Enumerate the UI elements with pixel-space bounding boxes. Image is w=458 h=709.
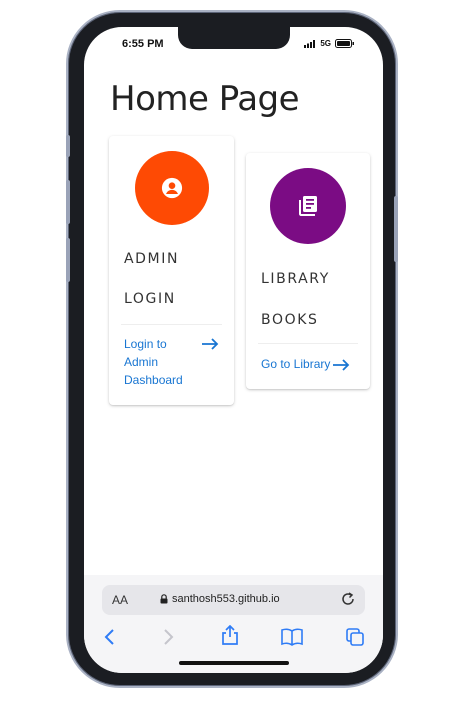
admin-avatar	[135, 151, 209, 225]
lock-icon	[160, 594, 168, 604]
url-text[interactable]: santhosh553.github.io	[172, 593, 280, 605]
power-button	[394, 196, 398, 262]
admin-dashboard-link[interactable]: Login to Admin Dashboard	[124, 335, 196, 389]
library-card-title: LIBRARY	[261, 271, 330, 287]
library-card-divider	[258, 343, 358, 344]
admin-card-title: ADMIN	[124, 251, 180, 267]
status-indicators: 5G	[304, 39, 355, 48]
admin-card-subtitle: LOGIN	[124, 291, 176, 307]
mute-switch	[66, 135, 70, 157]
admin-card-divider	[121, 324, 222, 325]
person-icon	[161, 177, 183, 199]
share-icon[interactable]	[221, 625, 239, 645]
phone-screen: 6:55 PM 5G Home Page ADMIN LOGIN Login t	[84, 27, 383, 673]
network-type: 5G	[320, 39, 331, 48]
admin-login-card: ADMIN LOGIN Login to Admin Dashboard	[109, 136, 234, 405]
library-books-icon	[299, 196, 317, 216]
text-size-button[interactable]: AA	[112, 593, 128, 607]
admin-arrow-icon[interactable]	[201, 338, 219, 350]
go-to-library-link[interactable]: Go to Library	[261, 355, 330, 373]
status-time: 6:55 PM	[122, 38, 164, 50]
battery-icon	[335, 39, 354, 48]
volume-up-button	[66, 180, 70, 224]
bookmarks-icon[interactable]	[281, 628, 303, 646]
safari-toolbar: AA santhosh553.github.io	[84, 575, 383, 673]
home-indicator	[179, 661, 289, 665]
signal-icon	[304, 39, 316, 48]
library-card-subtitle: BOOKS	[261, 312, 319, 328]
library-books-card: LIBRARY BOOKS Go to Library	[246, 153, 370, 389]
library-avatar	[270, 168, 346, 244]
page-title: Home Page	[110, 79, 300, 119]
library-arrow-icon[interactable]	[332, 359, 350, 371]
forward-icon[interactable]	[162, 628, 174, 646]
address-bar[interactable]: AA santhosh553.github.io	[102, 585, 365, 615]
volume-down-button	[66, 238, 70, 282]
notch	[178, 27, 290, 49]
back-icon[interactable]	[104, 628, 116, 646]
tabs-icon[interactable]	[346, 628, 364, 646]
reload-icon[interactable]	[341, 592, 355, 606]
